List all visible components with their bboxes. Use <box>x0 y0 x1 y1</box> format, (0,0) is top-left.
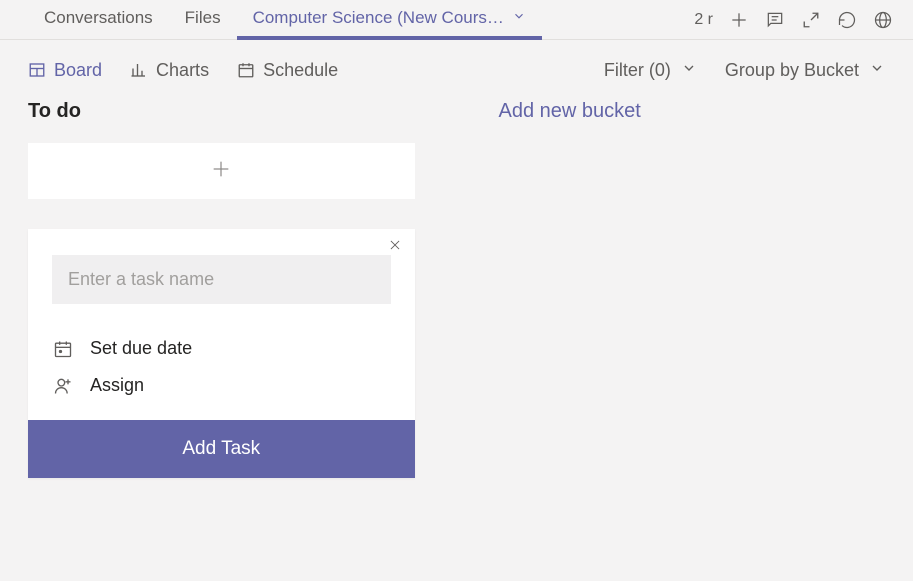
board-icon <box>28 61 46 79</box>
view-tab-schedule[interactable]: Schedule <box>237 60 338 81</box>
add-tab-button[interactable] <box>729 10 749 30</box>
task-name-input[interactable] <box>52 255 391 304</box>
filter-control[interactable]: Filter (0) <box>604 60 697 81</box>
view-tab-schedule-label: Schedule <box>263 60 338 81</box>
tab-planner[interactable]: Computer Science (New Cours… <box>237 0 542 40</box>
view-tab-charts[interactable]: Charts <box>130 60 209 81</box>
tab-conversations[interactable]: Conversations <box>28 0 169 40</box>
planner-view-bar: Board Charts Schedule Filter (0) Group b… <box>0 40 913 100</box>
top-tab-bar: Conversations Files Computer Science (Ne… <box>0 0 913 40</box>
close-icon <box>388 238 402 257</box>
tab-conversations-label: Conversations <box>44 8 153 28</box>
add-bucket-column: Add new bucket <box>499 100 886 143</box>
add-task-button[interactable]: Add Task <box>28 420 415 478</box>
view-tab-board[interactable]: Board <box>28 60 102 81</box>
groupby-control[interactable]: Group by Bucket <box>725 60 885 81</box>
add-task-card[interactable] <box>28 143 415 199</box>
charts-icon <box>130 61 148 79</box>
set-due-date-row[interactable]: Set due date <box>52 330 391 367</box>
viewbar-right: Filter (0) Group by Bucket <box>604 60 885 81</box>
set-due-date-label: Set due date <box>90 338 192 359</box>
view-tab-board-label: Board <box>54 60 102 81</box>
globe-icon[interactable] <box>873 10 893 30</box>
schedule-icon <box>237 61 255 79</box>
view-tab-charts-label: Charts <box>156 60 209 81</box>
add-new-bucket-button[interactable]: Add new bucket <box>499 100 886 123</box>
calendar-icon <box>52 339 74 359</box>
chevron-down-icon <box>512 8 526 28</box>
assign-row[interactable]: Assign <box>52 367 391 404</box>
planner-board: To do Set due date <box>0 100 913 478</box>
bucket-todo-header[interactable]: To do <box>28 100 415 123</box>
add-task-button-label: Add Task <box>182 438 260 459</box>
conversation-panel-icon[interactable] <box>765 10 785 30</box>
chevron-down-icon <box>681 60 697 81</box>
bucket-todo: To do Set due date <box>28 100 415 478</box>
tab-files-label: Files <box>185 8 221 28</box>
close-form-button[interactable] <box>385 237 405 257</box>
tab-planner-label: Computer Science (New Cours… <box>253 8 504 28</box>
topbar-right: 2 r <box>694 10 893 30</box>
meeting-count: 2 r <box>694 11 713 29</box>
groupby-label: Group by Bucket <box>725 60 859 81</box>
chevron-down-icon <box>869 60 885 81</box>
assign-label: Assign <box>90 375 144 396</box>
new-task-form: Set due date Assign Add Task <box>28 229 415 478</box>
plus-icon <box>210 158 232 185</box>
reload-icon[interactable] <box>837 10 857 30</box>
tab-files[interactable]: Files <box>169 0 237 40</box>
filter-label: Filter (0) <box>604 60 671 81</box>
assign-person-icon <box>52 376 74 396</box>
expand-icon[interactable] <box>801 10 821 30</box>
